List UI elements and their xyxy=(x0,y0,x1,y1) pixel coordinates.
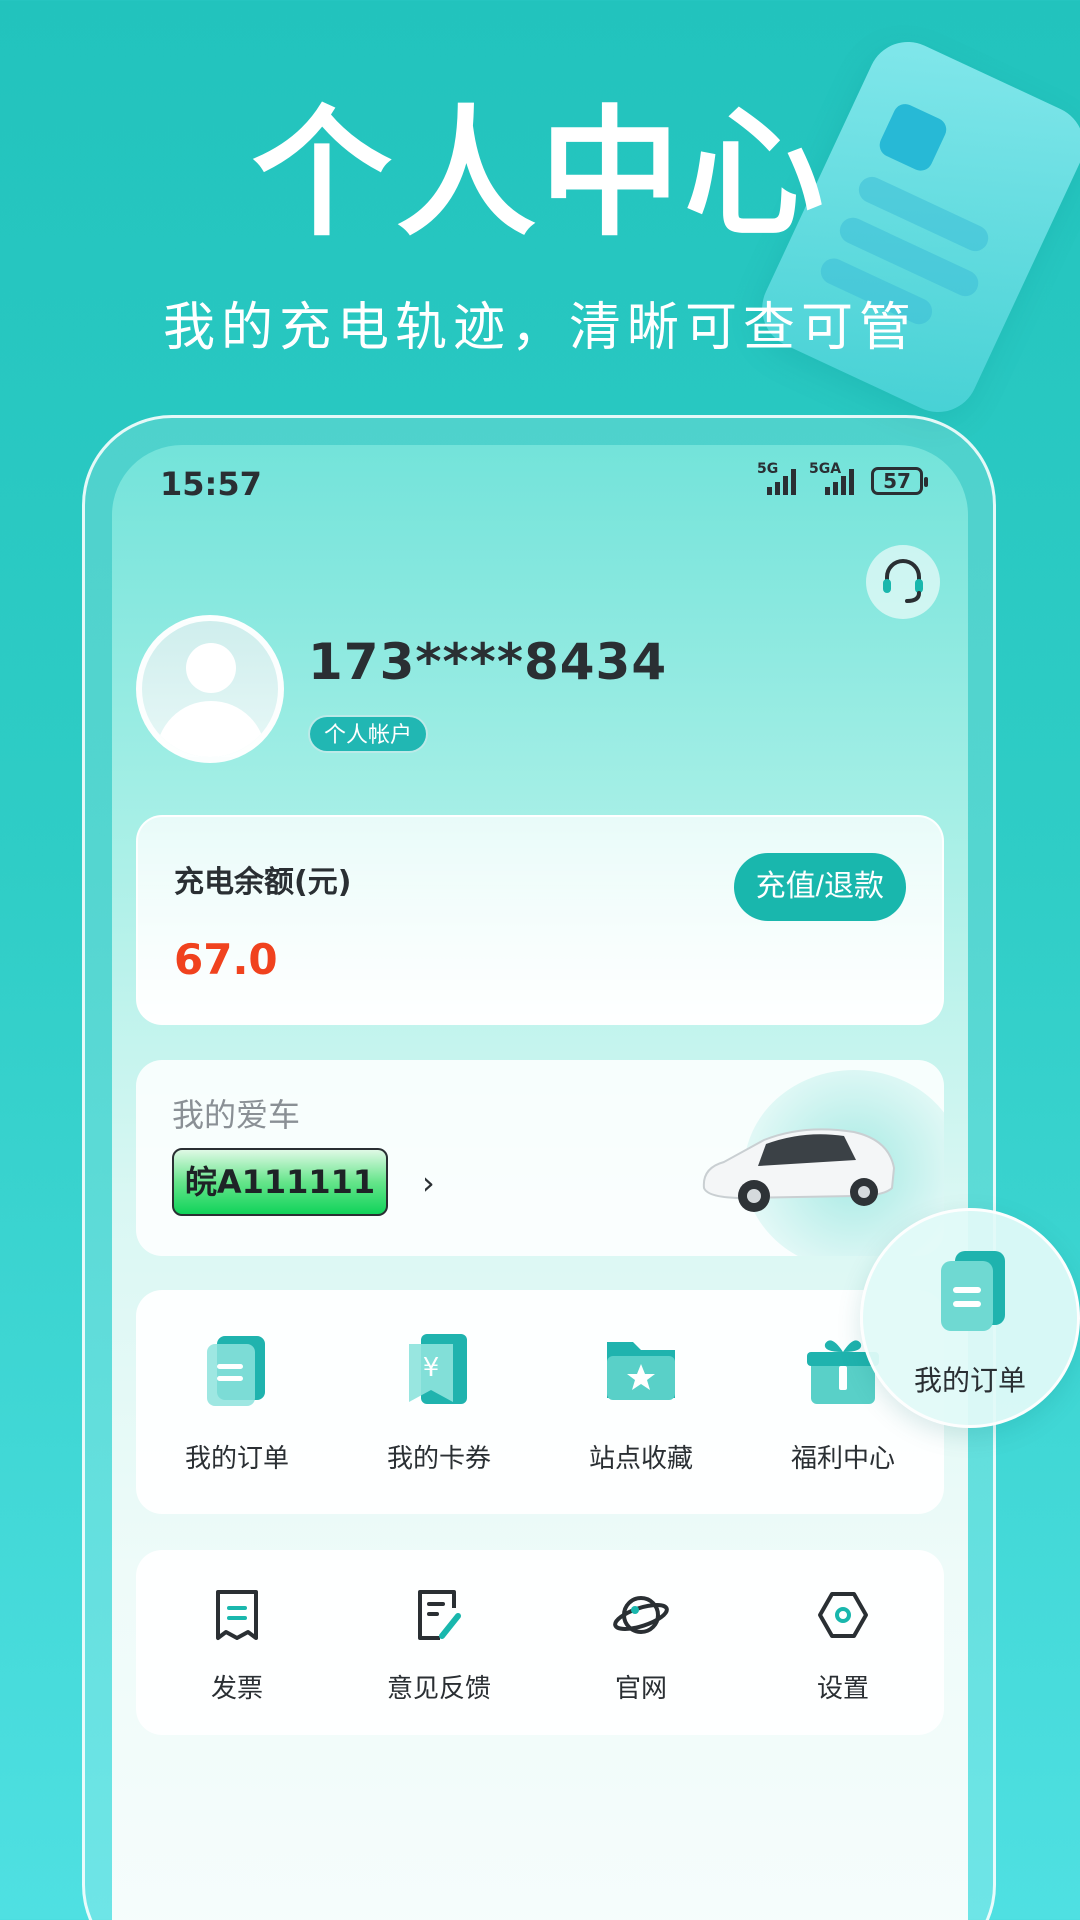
menu-label: 站点收藏 xyxy=(588,1444,693,1474)
menu-official-website[interactable]: 官网 xyxy=(540,1550,742,1735)
order-icon xyxy=(941,1251,1005,1331)
my-car-card[interactable]: 我的爱车 皖A111111 › xyxy=(136,1060,944,1256)
balance-card: 充电余额(元) 67.0 充值/退款 xyxy=(136,815,944,1025)
floating-order-label: 我的订单 xyxy=(913,1364,1026,1397)
menu-label: 我的卡券 xyxy=(386,1444,491,1474)
settings-icon xyxy=(818,1592,868,1638)
promo-subtitle: 我的充电轨迹，清晰可查可管 xyxy=(162,298,917,358)
menu-label: 设置 xyxy=(816,1674,869,1704)
coupon-icon: ¥ xyxy=(409,1334,467,1404)
headset-icon xyxy=(883,559,923,603)
menu-label: 福利中心 xyxy=(790,1444,895,1474)
customer-service-button[interactable] xyxy=(866,545,940,619)
folder-star-icon xyxy=(607,1342,675,1400)
order-icon xyxy=(207,1336,265,1406)
avatar[interactable] xyxy=(136,615,284,763)
quick-menu: 我的订单 ¥ 我的卡券 站点收藏 福利中心 xyxy=(136,1290,944,1514)
chevron-right-icon[interactable]: › xyxy=(422,1164,435,1202)
menu-label: 我的订单 xyxy=(184,1444,289,1474)
status-time: 15:57 xyxy=(160,465,262,503)
tools-menu: 发票 意见反馈 官网 设置 xyxy=(136,1550,944,1735)
battery-icon: 57 xyxy=(871,467,928,495)
menu-invoice[interactable]: 发票 xyxy=(136,1550,338,1735)
car-image xyxy=(702,1128,896,1212)
license-plate[interactable]: 皖A111111 xyxy=(172,1148,388,1216)
my-car-label: 我的爱车 xyxy=(172,1096,301,1134)
svg-text:¥: ¥ xyxy=(423,1353,440,1383)
account-type-badge: 个人帐户 xyxy=(308,715,429,753)
balance-label: 充电余额(元) xyxy=(174,865,352,900)
menu-station-favorites[interactable]: 站点收藏 xyxy=(540,1290,742,1514)
menu-label: 意见反馈 xyxy=(386,1674,491,1704)
menu-settings[interactable]: 设置 xyxy=(742,1550,944,1735)
menu-label: 发票 xyxy=(210,1674,263,1704)
floating-my-orders-button[interactable]: 我的订单 xyxy=(860,1208,1080,1428)
user-phone-number: 173****8434 xyxy=(308,633,668,691)
receipt-icon xyxy=(216,1590,258,1640)
promo-title: 个人中心 xyxy=(251,93,828,256)
app-screen: 15:57 5G 5GA 57 173****8434 个人帐户 充电余额(元)… xyxy=(112,445,968,1920)
status-icons: 5G 5GA 57 xyxy=(757,461,928,495)
signal-5g-icon: 5G xyxy=(757,461,801,495)
menu-feedback[interactable]: 意见反馈 xyxy=(338,1550,540,1735)
menu-label: 官网 xyxy=(614,1674,667,1704)
signal-5ga-icon: 5GA xyxy=(809,461,861,495)
planet-icon xyxy=(613,1596,669,1634)
balance-value: 67.0 xyxy=(174,935,278,984)
menu-my-orders[interactable]: 我的订单 xyxy=(136,1290,338,1514)
menu-my-coupons[interactable]: ¥ 我的卡券 xyxy=(338,1290,540,1514)
recharge-refund-button[interactable]: 充值/退款 xyxy=(733,853,906,921)
feedback-icon xyxy=(418,1590,461,1640)
